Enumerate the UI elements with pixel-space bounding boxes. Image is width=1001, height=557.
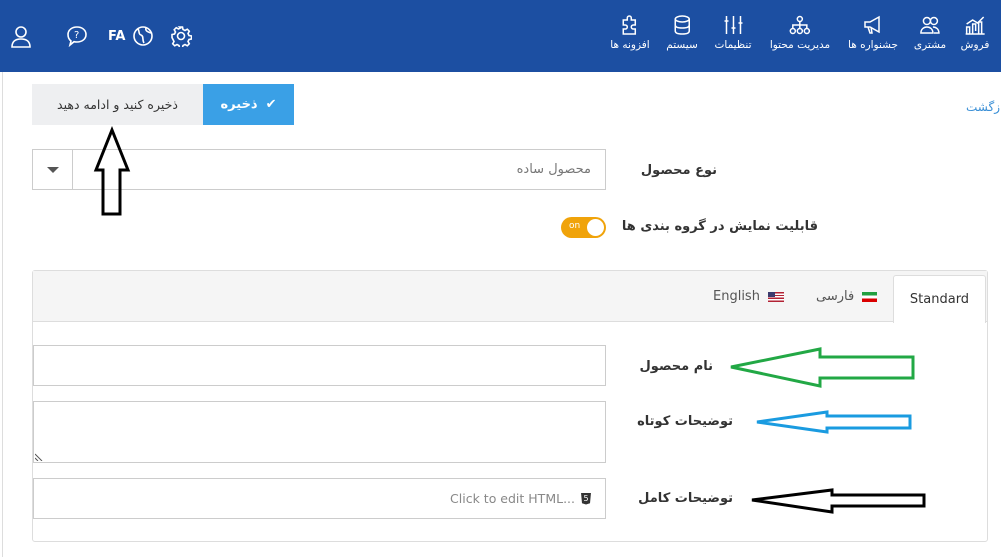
- nav-label: فروش: [960, 39, 990, 51]
- caret-down-icon: [46, 166, 59, 173]
- nav-settings[interactable]: تنظیمات: [714, 14, 752, 51]
- sliders-icon: [724, 16, 742, 34]
- nav-label: جشنواره ها: [847, 39, 899, 51]
- iran-flag-icon: [862, 291, 878, 302]
- nav-customers[interactable]: مشتری: [914, 14, 946, 51]
- button-label: ذخیره کنید و ادامه دهید: [57, 97, 178, 112]
- resize-handle-icon[interactable]: [35, 453, 43, 461]
- short-description-label: توضیحات کوتاه: [637, 414, 733, 429]
- html-editor-placeholder: Click to edit HTML...: [450, 491, 575, 506]
- dropdown-toggle[interactable]: [33, 150, 73, 189]
- nav-system[interactable]: سیستم: [666, 14, 698, 51]
- us-flag-icon: [767, 291, 784, 302]
- top-navbar: فروش مشتری جشنواره ها مدیریت محتوا تنظیم…: [0, 0, 1001, 72]
- nav-sales[interactable]: فروش: [960, 14, 990, 51]
- language-code[interactable]: FA: [108, 29, 125, 44]
- nav-content[interactable]: مدیریت محتوا: [770, 14, 830, 51]
- globe-icon[interactable]: [132, 25, 154, 47]
- user-icon[interactable]: [10, 25, 32, 49]
- sitemap-icon: [789, 15, 811, 35]
- product-name-input[interactable]: [33, 345, 606, 386]
- nav-plugins[interactable]: افزونه ها: [610, 14, 650, 51]
- nav-label: مشتری: [913, 39, 947, 51]
- nav-label: افزونه ها: [610, 39, 650, 51]
- visible-in-category-label: قابلیت نمایش در گروه بندی ها: [621, 219, 818, 234]
- megaphone-icon: [864, 15, 880, 34]
- nav-label: سیستم: [666, 39, 698, 51]
- tab-label: English: [713, 289, 760, 304]
- nav-label: تنظیمات: [714, 39, 752, 51]
- tab-bar: Standard فارسی English: [33, 271, 987, 323]
- full-description-label: توضیحات کامل: [638, 491, 733, 506]
- product-type-value: محصول ساده: [516, 162, 591, 177]
- short-description-textarea[interactable]: [33, 401, 606, 463]
- tab-label: Standard: [909, 292, 970, 307]
- toggle-state: on: [569, 221, 581, 231]
- full-description-html-editor[interactable]: Click to edit HTML... 5: [33, 478, 606, 519]
- back-link-text[interactable]: (بازگشت: [966, 100, 1001, 114]
- puzzle-icon: [622, 15, 636, 35]
- tab-english[interactable]: English: [713, 271, 784, 322]
- nav-label: مدیریت محتوا: [769, 39, 831, 51]
- product-name-label: نام محصول: [639, 359, 713, 374]
- nav-campaigns[interactable]: جشنواره ها: [848, 14, 898, 51]
- button-label: ذخیره: [220, 97, 258, 112]
- save-button[interactable]: ✔ ذخیره: [203, 84, 294, 125]
- html5-icon: 5: [581, 492, 591, 505]
- toggle-knob: [587, 219, 604, 236]
- back-link[interactable]: (بازگشت: [966, 100, 1001, 118]
- tab-label: فارسی: [816, 289, 855, 304]
- product-type-select[interactable]: محصول ساده: [32, 149, 606, 190]
- save-and-continue-button[interactable]: ذخیره کنید و ادامه دهید: [32, 84, 203, 125]
- product-type-label: نوع محصول: [640, 163, 717, 178]
- check-icon: ✔: [265, 97, 277, 112]
- visible-toggle[interactable]: on: [561, 217, 606, 238]
- tab-standard[interactable]: Standard: [893, 275, 986, 323]
- svg-text:?: ?: [74, 30, 79, 41]
- help-chat-icon[interactable]: ?: [66, 25, 88, 47]
- gear-icon[interactable]: [170, 25, 192, 47]
- tab-farsi[interactable]: فارسی: [816, 271, 878, 322]
- chart-icon: [965, 16, 985, 35]
- database-icon: [674, 15, 690, 35]
- users-icon: [920, 16, 940, 34]
